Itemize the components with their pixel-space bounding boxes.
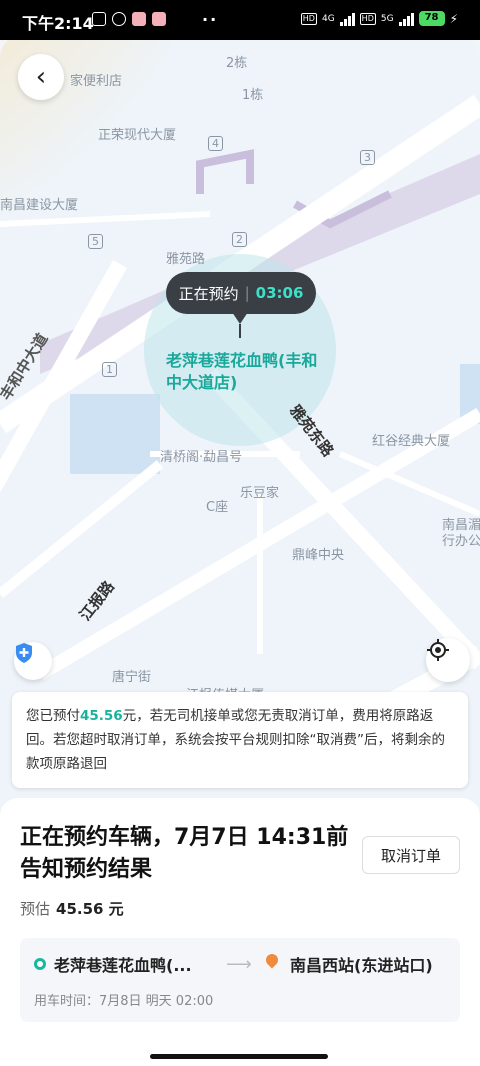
screen: 下午2:14 ·· HD 4G HD 5G 78 ⚡ 家便利店 2栋 1栋 正荣… [0, 0, 480, 1066]
battery-icon: 78 [418, 11, 445, 26]
notice-amount: 45.56 [80, 708, 123, 724]
bubble-tail [232, 312, 248, 324]
map-poi-label: 2栋 [226, 56, 248, 71]
back-button[interactable]: ‹ [18, 54, 64, 100]
arrow-right-icon: ⟶ [226, 954, 252, 975]
map-poi-label: 雅苑路 [166, 252, 206, 267]
hd-icon: HD [300, 12, 317, 25]
map-poi-label: 2 [232, 232, 247, 247]
booking-panel: 正在预约车辆，7月7日 14:31前告知预约结果 取消订单 预估 45.56 元 … [0, 798, 480, 1066]
app-notification-icon [132, 12, 146, 26]
shield-icon [16, 643, 32, 663]
map-poi-label: 乐豆家 [240, 486, 280, 501]
booking-status-bubble: 正在预约 | 03:06 [166, 272, 316, 314]
map-poi-label: 红谷经典大厦 [372, 434, 451, 449]
route-card[interactable]: 老萍巷莲花血鸭(... ⟶ 南昌西站(东进站口) 用车时间：7月8日 明天 02… [20, 938, 460, 1022]
home-indicator[interactable] [150, 1054, 328, 1059]
more-notifications-icon: ·· [202, 10, 219, 29]
ride-time: 用车时间：7月8日 明天 02:00 [34, 994, 214, 1009]
map-poi-label: 正荣现代大厦 [98, 128, 177, 143]
booking-timer: 03:06 [255, 284, 304, 302]
origin-address: 老萍巷莲花血鸭(... [54, 956, 192, 975]
estimate-label: 预估 [20, 900, 51, 918]
map-poi-label: 1 [102, 362, 117, 377]
booking-status-label: 正在预约 [178, 284, 239, 303]
bubble-divider: | [244, 284, 250, 302]
cancel-order-button[interactable]: 取消订单 [362, 836, 460, 874]
locate-me-button[interactable] [426, 638, 470, 682]
fare-estimate: 预估 45.56 元 [20, 898, 124, 919]
map-poi-label: 鼎峰中央 [292, 548, 345, 563]
map-poi-label: 清桥阁·勐昌号 [160, 450, 243, 465]
destination-pin-icon [263, 951, 281, 969]
status-right: HD 4G HD 5G 78 ⚡ [300, 11, 458, 26]
map-poi-label: 5 [88, 234, 103, 249]
map-poi-label: 3 [360, 150, 375, 165]
charging-icon: ⚡ [449, 11, 458, 26]
booking-headline: 正在预约车辆，7月7日 14:31前告知预约结果 [20, 825, 349, 882]
safety-shield-button[interactable] [14, 642, 52, 680]
map-poi-label: 家便利店 [70, 74, 123, 89]
pickup-location-name: 老萍巷莲花血鸭(丰和中大道店) [166, 351, 318, 392]
alarm-icon [112, 12, 126, 26]
network-label: 4G [321, 13, 335, 24]
signal-icon [339, 12, 355, 26]
chevron-left-icon: ‹ [35, 62, 47, 92]
map-poi-label: 1栋 [242, 88, 264, 103]
app-notification-icon [152, 12, 166, 26]
network-label: 5G [380, 13, 394, 24]
destination-address: 南昌西站(东进站口) [290, 956, 433, 975]
map-poi-label: 4 [208, 136, 223, 151]
notification-icons [92, 12, 166, 26]
pickup-pin-icon [239, 324, 241, 338]
crosshair-icon [427, 639, 449, 661]
status-time: 下午2:14 [22, 14, 94, 33]
estimate-price: 45.56 元 [56, 900, 124, 918]
signal-icon [398, 12, 414, 26]
map-poi-label: 南昌建设大厦 [0, 198, 79, 213]
prepay-notice: 您已预付45.56元，若无司机接单或您无责取消订单，费用将原路返回。若您超时取消… [12, 692, 468, 788]
origin-dot-icon [34, 958, 46, 970]
notice-text-prefix: 您已预付 [26, 708, 80, 724]
map-poi-label: 行办公 [442, 534, 480, 549]
map-poi-label: C座 [206, 500, 229, 515]
mute-icon [92, 12, 106, 26]
map-poi-label: 唐宁街 [112, 670, 152, 685]
hd-icon: HD [359, 12, 376, 25]
status-bar: 下午2:14 ·· HD 4G HD 5G 78 ⚡ [0, 0, 480, 40]
